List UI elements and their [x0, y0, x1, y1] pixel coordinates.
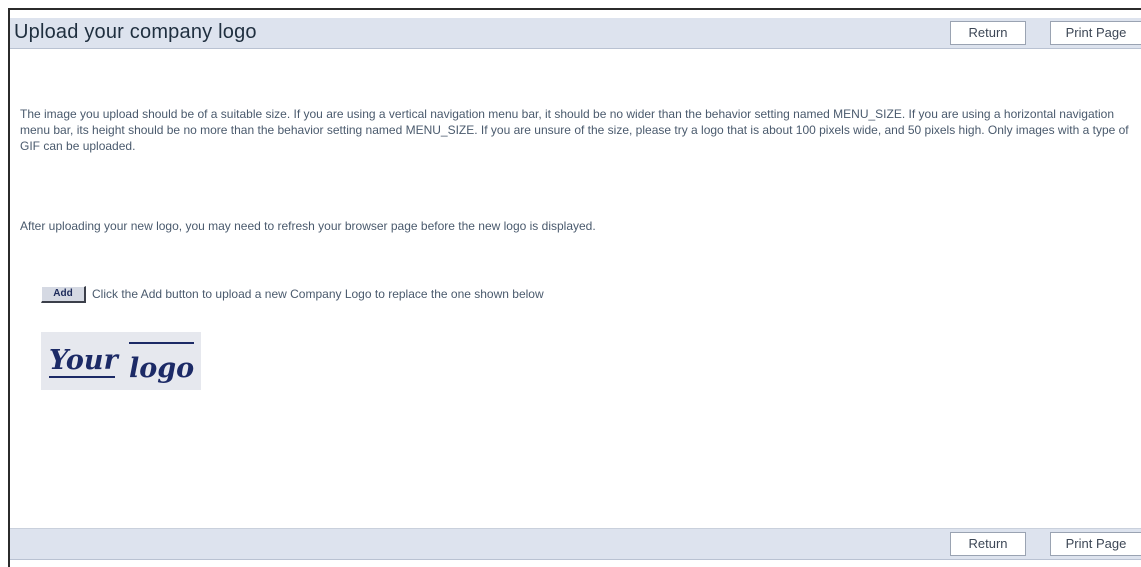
size-instructions: The image you upload should be of a suit… [20, 107, 1129, 153]
add-button[interactable]: Add [41, 285, 86, 303]
footer-bar: Return Print Page [10, 528, 1141, 560]
add-logo-row: Add Click the Add button to upload a new… [41, 285, 544, 303]
page-frame: Upload your company logo Return Print Pa… [8, 8, 1141, 567]
instructions: The image you upload should be of a suit… [20, 106, 1130, 154]
page-title: Upload your company logo [14, 21, 257, 43]
company-logo-image: Your logo [41, 332, 201, 390]
svg-text:Your: Your [49, 345, 120, 376]
print-page-button[interactable]: Print Page [1050, 21, 1141, 45]
footer-return-button[interactable]: Return [950, 532, 1026, 556]
header-bar: Upload your company logo Return Print Pa… [10, 18, 1141, 49]
refresh-note: After uploading your new logo, you may n… [20, 219, 596, 233]
add-instruction: Click the Add button to upload a new Com… [92, 287, 544, 301]
your-logo-graphic: Your logo [49, 342, 194, 384]
return-button[interactable]: Return [950, 21, 1026, 45]
footer-print-page-button[interactable]: Print Page [1050, 532, 1141, 556]
svg-text:logo: logo [129, 353, 194, 384]
